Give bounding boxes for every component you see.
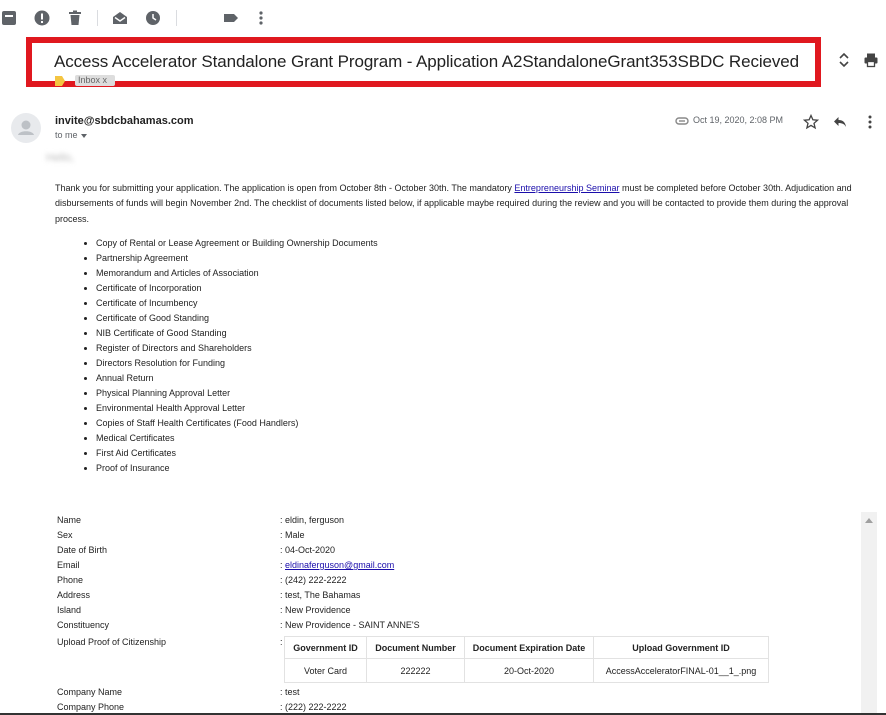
seminar-link[interactable]: Entrepreneurship Seminar bbox=[514, 183, 619, 193]
list-item: Certificate of Good Standing bbox=[84, 311, 378, 326]
document-checklist: Copy of Rental or Lease Agreement or Bui… bbox=[84, 236, 378, 476]
snooze-icon[interactable] bbox=[144, 9, 162, 27]
table-cell: AccessAcceleratorFINAL-01__1_.png bbox=[593, 658, 769, 683]
dob-value: : 04-Oct-2020 bbox=[280, 545, 336, 555]
reply-icon[interactable] bbox=[832, 114, 848, 130]
mark-unread-icon[interactable] bbox=[111, 9, 129, 27]
recipient-details[interactable]: to me bbox=[55, 130, 87, 140]
address-value: : test, The Bahamas bbox=[280, 590, 361, 600]
email-body-paragraph: Thank you for submitting your applicatio… bbox=[55, 181, 875, 227]
delete-icon[interactable] bbox=[66, 9, 84, 27]
list-item: Certificate of Incorporation bbox=[84, 281, 378, 296]
table-row: Voter Card 222222 20-Oct-2020 AccessAcce… bbox=[284, 658, 769, 683]
print-icon[interactable] bbox=[863, 52, 879, 68]
list-item: Directors Resolution for Funding bbox=[84, 356, 378, 371]
attachment-icon bbox=[675, 116, 689, 126]
phone-value: : (242) 222-2222 bbox=[280, 575, 347, 585]
archive-icon[interactable] bbox=[0, 9, 18, 27]
list-item: Copies of Staff Health Certificates (Foo… bbox=[84, 416, 378, 431]
list-item: Partnership Agreement bbox=[84, 251, 378, 266]
body-text: Thank you for submitting your applicatio… bbox=[55, 183, 515, 193]
label-icon[interactable] bbox=[222, 9, 240, 27]
list-item: Environmental Health Approval Letter bbox=[84, 401, 378, 416]
list-item: Certificate of Incumbency bbox=[84, 296, 378, 311]
table-header: Document Number bbox=[366, 636, 465, 659]
list-item: Annual Return bbox=[84, 371, 378, 386]
sex-value: : Male bbox=[280, 530, 305, 540]
company-name-value: : test bbox=[280, 687, 300, 697]
table-header-row: Government ID Document Number Document E… bbox=[284, 636, 769, 659]
constituency-label: Constituency bbox=[57, 620, 110, 630]
toolbar bbox=[0, 0, 886, 36]
list-item: Proof of Insurance bbox=[84, 461, 378, 476]
list-item: Copy of Rental or Lease Agreement or Bui… bbox=[84, 236, 378, 251]
sender-email[interactable]: invite@sbdcbahamas.com bbox=[55, 115, 194, 127]
list-item: First Aid Certificates bbox=[84, 446, 378, 461]
email-label: Email bbox=[57, 560, 80, 570]
table-header: Document Expiration Date bbox=[464, 636, 594, 659]
table-header: Government ID bbox=[284, 636, 367, 659]
table-cell: 222222 bbox=[366, 658, 465, 683]
email-date: Oct 19, 2020, 2:08 PM bbox=[693, 115, 784, 125]
upload-citizenship-label: Upload Proof of Citizenship bbox=[57, 637, 167, 647]
report-spam-icon[interactable] bbox=[33, 9, 51, 27]
applicant-email-link[interactable]: eldinaferguson@gmail.com bbox=[285, 560, 394, 570]
email-value: : eldinaferguson@gmail.com bbox=[280, 560, 394, 570]
scroll-up-arrow-icon[interactable] bbox=[865, 518, 873, 523]
company-phone-label: Company Phone bbox=[57, 702, 125, 712]
list-item: Medical Certificates bbox=[84, 431, 378, 446]
list-item: Physical Planning Approval Letter bbox=[84, 386, 378, 401]
island-label: Island bbox=[57, 605, 82, 615]
table-header: Upload Government ID bbox=[593, 636, 769, 659]
recipient-label: to me bbox=[55, 130, 78, 140]
scrollbar[interactable] bbox=[861, 512, 877, 715]
upload-colon: : bbox=[280, 637, 283, 647]
toolbar-divider bbox=[97, 10, 98, 26]
list-item: NIB Certificate of Good Standing bbox=[84, 326, 378, 341]
chevron-down-icon[interactable] bbox=[80, 133, 87, 138]
constituency-value: : New Providence - SAINT ANNE'S bbox=[280, 620, 420, 630]
address-label: Address bbox=[57, 590, 91, 600]
company-phone-value: : (222) 222-2222 bbox=[280, 702, 347, 712]
expand-all-icon[interactable] bbox=[836, 52, 852, 68]
avatar[interactable] bbox=[11, 113, 41, 143]
more-vert-icon[interactable] bbox=[252, 9, 270, 27]
island-value: : New Providence bbox=[280, 605, 351, 615]
company-name-label: Company Name bbox=[57, 687, 123, 697]
subject-highlight: Access Accelerator Standalone Grant Prog… bbox=[26, 37, 821, 87]
table-cell: Voter Card bbox=[284, 658, 367, 683]
star-icon[interactable] bbox=[803, 114, 819, 130]
list-item: Register of Directors and Shareholders bbox=[84, 341, 378, 356]
dob-label: Date of Birth bbox=[57, 545, 108, 555]
greeting: Hello, bbox=[46, 152, 75, 164]
phone-label: Phone bbox=[57, 575, 84, 585]
toolbar-divider bbox=[176, 10, 177, 26]
email-subject: Access Accelerator Standalone Grant Prog… bbox=[54, 52, 799, 71]
table-cell: 20-Oct-2020 bbox=[464, 658, 594, 683]
government-id-table: Government ID Document Number Document E… bbox=[284, 636, 769, 683]
name-label: Name bbox=[57, 515, 82, 525]
more-options-icon[interactable] bbox=[862, 114, 878, 130]
list-item: Memorandum and Articles of Association bbox=[84, 266, 378, 281]
sex-label: Sex bbox=[57, 530, 73, 540]
name-value: : eldin, ferguson bbox=[280, 515, 345, 525]
